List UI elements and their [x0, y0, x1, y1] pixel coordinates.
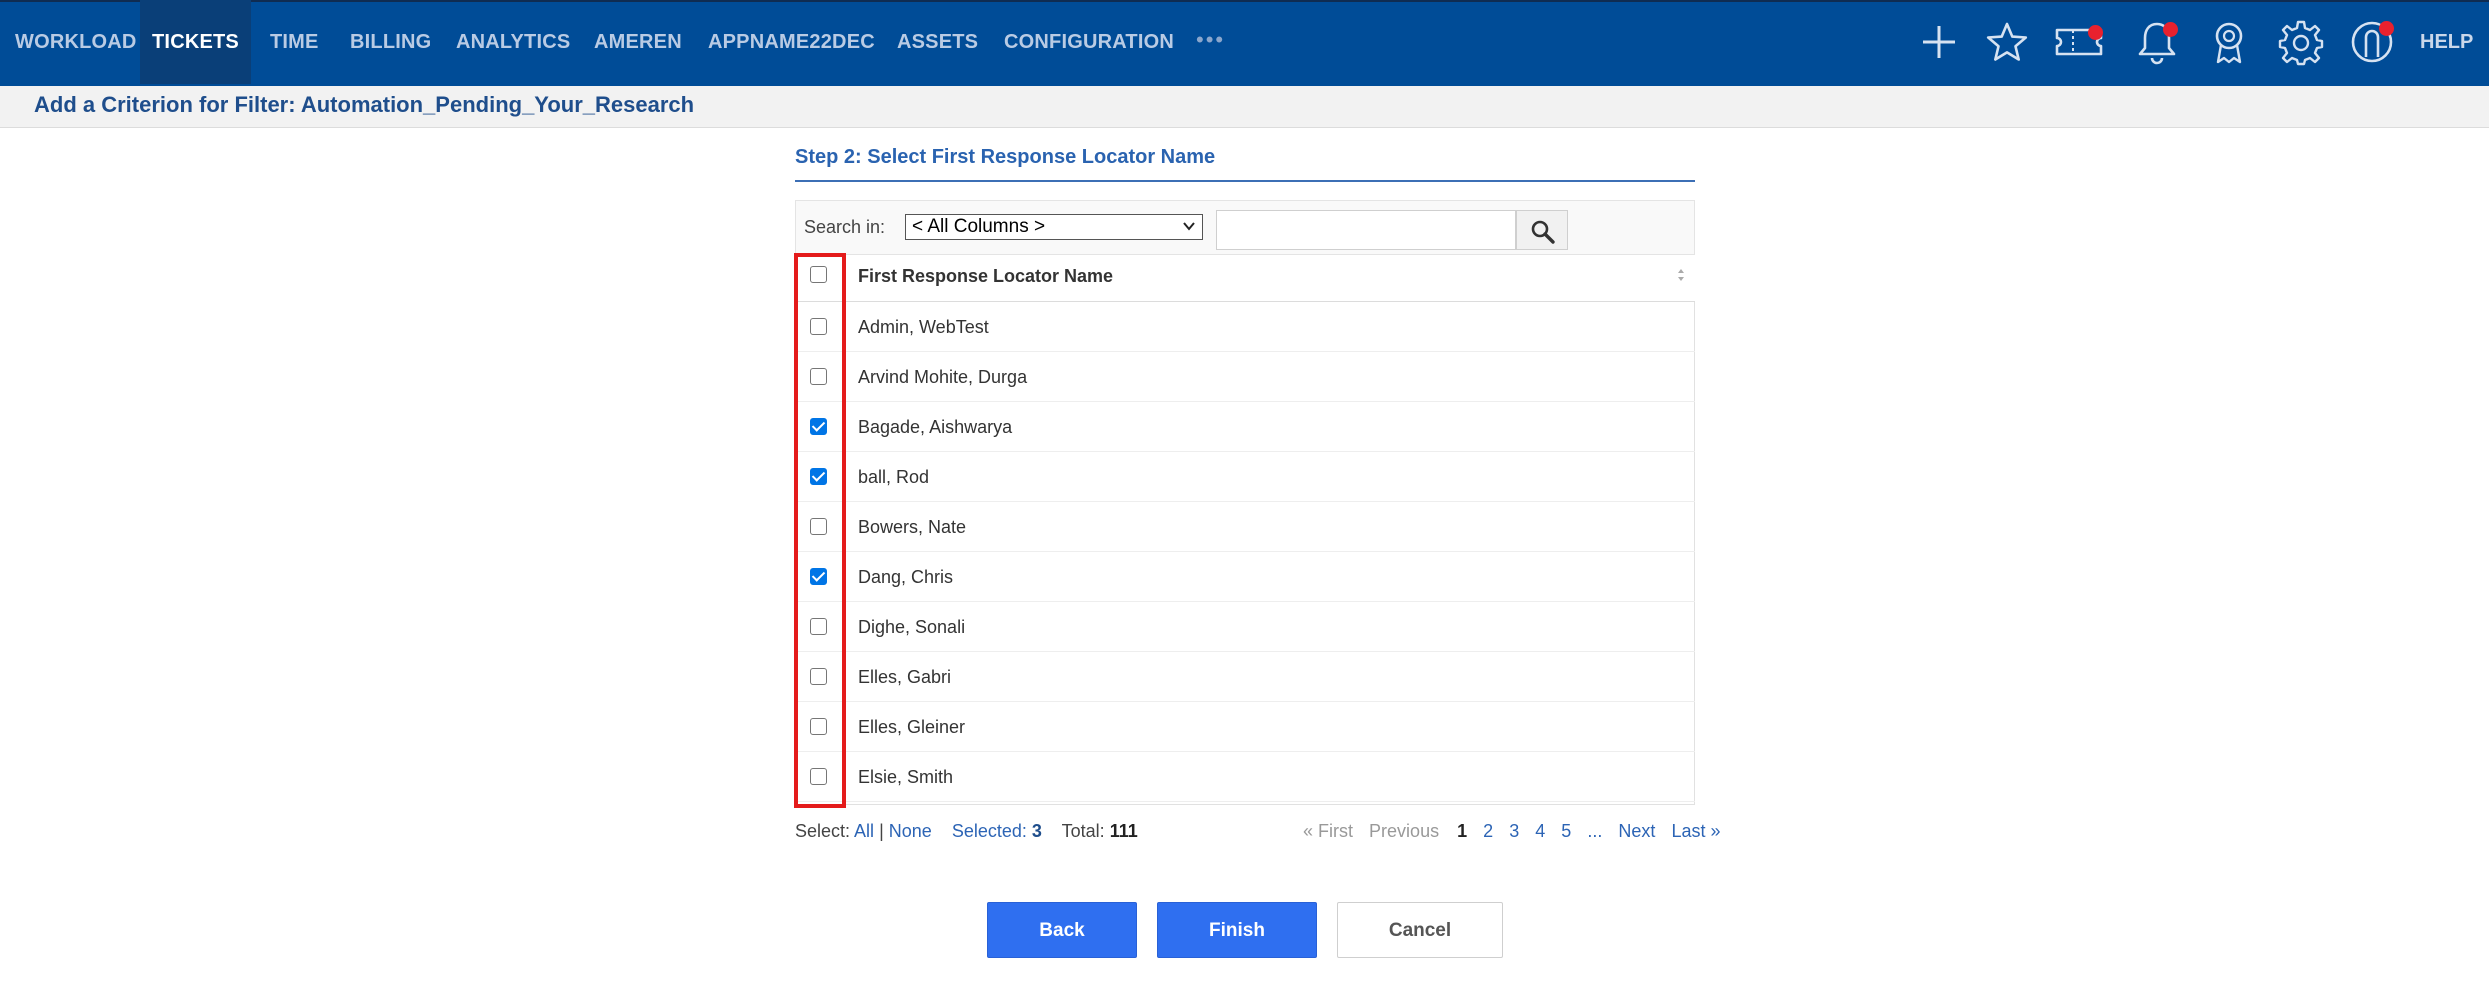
selection-summary: Select: All | None Selected: 3 Total: 11…: [795, 821, 1138, 842]
sort-icon[interactable]: [1676, 267, 1686, 283]
table-row[interactable]: Admin, WebTest: [795, 302, 1695, 352]
pagination-last[interactable]: Last »: [1671, 821, 1720, 841]
nav-configuration[interactable]: CONFIGURATION: [1004, 0, 1174, 84]
plus-icon[interactable]: [1914, 17, 1964, 67]
table-row[interactable]: Elsie, Smith: [795, 752, 1695, 802]
gear-icon[interactable]: [2276, 17, 2326, 67]
pagination-page[interactable]: 4: [1535, 821, 1545, 841]
search-column-select[interactable]: < All Columns >: [905, 214, 1203, 240]
selected-count[interactable]: 3: [1032, 821, 1042, 841]
nav-workload[interactable]: WORKLOAD: [15, 0, 137, 84]
nav-ameren[interactable]: AMEREN: [594, 0, 682, 84]
chevron-down-icon: [1183, 222, 1195, 231]
user-icon[interactable]: [2347, 17, 2397, 67]
back-button[interactable]: Back: [987, 902, 1137, 958]
nav-billing[interactable]: BILLING: [350, 0, 431, 84]
row-name: Admin, WebTest: [858, 317, 989, 337]
row-name: Bagade, Aishwarya: [858, 417, 1013, 437]
row-name: ball, Rod: [858, 467, 930, 487]
checkbox-column-highlight: [794, 253, 846, 808]
search-in-label: Search in:: [804, 217, 886, 237]
select-separator: |: [879, 821, 884, 841]
search-column-value: < All Columns >: [912, 216, 1046, 237]
page-title: Add a Criterion for Filter: Automation_P…: [34, 92, 695, 117]
pagination-current-page: 1: [1457, 821, 1468, 841]
nav-time[interactable]: TIME: [270, 0, 319, 84]
step-title: Step 2: Select First Response Locator Na…: [795, 146, 1216, 168]
row-name: Bowers, Nate: [858, 517, 967, 537]
table-row[interactable]: Dang, Chris: [795, 552, 1695, 602]
table-row[interactable]: Dighe, Sonali: [795, 602, 1695, 652]
pagination-previous: Previous: [1369, 821, 1440, 841]
row-name: Dang, Chris: [858, 567, 954, 587]
row-name: Elles, Gabri: [858, 667, 952, 687]
pagination-page[interactable]: 3: [1509, 821, 1519, 841]
row-name: Elles, Gleiner: [858, 717, 966, 737]
search-button[interactable]: [1516, 210, 1568, 250]
nav-tickets[interactable]: TICKETS: [140, 0, 251, 84]
ticket-badge: [2088, 25, 2103, 40]
total-count: 111: [1109, 821, 1138, 841]
star-icon[interactable]: [1982, 17, 2032, 67]
table-row[interactable]: Bagade, Aishwarya: [795, 402, 1695, 452]
row-name: Elsie, Smith: [858, 767, 954, 787]
nav-appname22dec[interactable]: APPNAME22DEC: [708, 0, 875, 84]
table-row[interactable]: Elles, Gabri: [795, 652, 1695, 702]
pagination-next[interactable]: Next: [1618, 821, 1655, 841]
select-label: Select:: [795, 821, 851, 841]
user-badge: [2379, 21, 2394, 36]
pagination: « First Previous 1 2 3 4 5 ... Next Last…: [1303, 821, 1720, 842]
bell-icon[interactable]: [2132, 17, 2182, 67]
selected-label[interactable]: Selected:: [952, 821, 1027, 841]
pagination-first: « First: [1303, 821, 1354, 841]
total-label: Total:: [1061, 821, 1105, 841]
select-none-link[interactable]: None: [889, 821, 932, 841]
row-name: Arvind Mohite, Durga: [858, 367, 1028, 387]
notification-badge: [2163, 22, 2178, 37]
search-icon: [1531, 220, 1555, 244]
table-row[interactable]: ball, Rod: [795, 452, 1695, 502]
award-icon[interactable]: [2204, 17, 2254, 67]
nav-analytics[interactable]: ANALYTICS: [456, 0, 570, 84]
pagination-page[interactable]: 5: [1561, 821, 1571, 841]
row-name: Dighe, Sonali: [858, 617, 966, 637]
help-link[interactable]: HELP: [2420, 0, 2473, 84]
search-input[interactable]: [1216, 210, 1516, 250]
cancel-button[interactable]: Cancel: [1337, 902, 1503, 958]
nav-more-menu[interactable]: •••: [1196, 0, 1225, 84]
select-all-link[interactable]: All: [854, 821, 874, 841]
finish-button[interactable]: Finish: [1157, 902, 1317, 958]
ticket-icon[interactable]: [2054, 17, 2104, 67]
step-divider: [795, 180, 1695, 182]
column-header-first-response-locator-name[interactable]: First Response Locator Name: [858, 266, 1113, 287]
table-row[interactable]: Arvind Mohite, Durga: [795, 352, 1695, 402]
pagination-page[interactable]: 2: [1483, 821, 1493, 841]
pagination-ellipsis[interactable]: ...: [1587, 821, 1602, 841]
table-row[interactable]: Elles, Gleiner: [795, 702, 1695, 752]
nav-assets[interactable]: ASSETS: [897, 0, 978, 84]
table-row[interactable]: Bowers, Nate: [795, 502, 1695, 552]
